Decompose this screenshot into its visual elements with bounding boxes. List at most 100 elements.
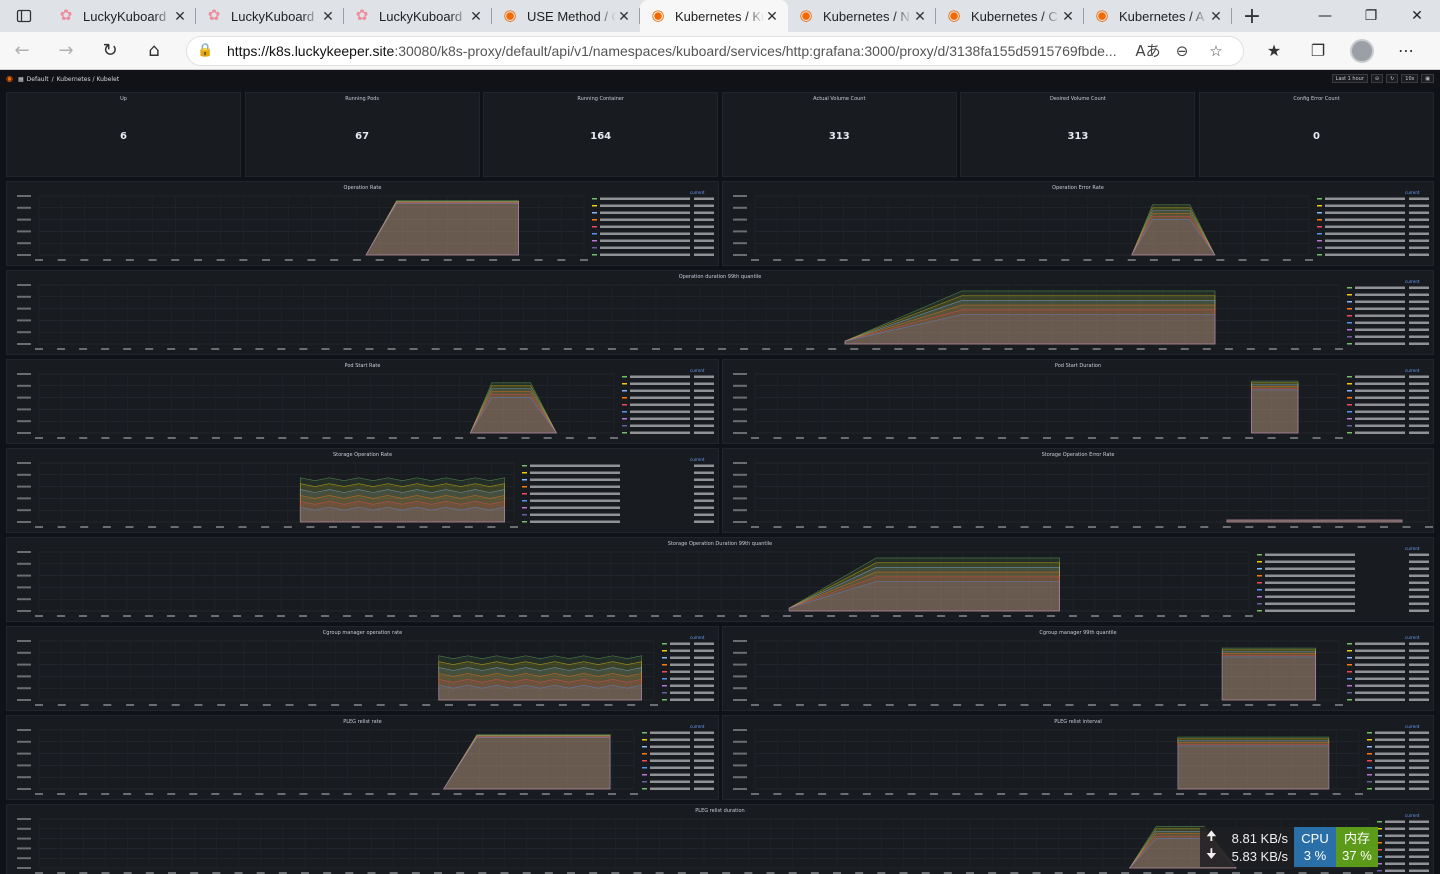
legend-series-name[interactable] (1355, 684, 1405, 688)
legend-series-name[interactable] (1375, 738, 1405, 742)
legend-series-name[interactable] (1265, 602, 1355, 606)
legend-series-name[interactable] (1355, 424, 1405, 428)
legend-swatch[interactable] (1347, 432, 1352, 434)
legend-swatch[interactable] (1347, 692, 1352, 694)
legend-series-name[interactable] (1355, 314, 1405, 318)
breadcrumb-folder[interactable]: Default (27, 76, 49, 83)
legend-swatch[interactable] (1347, 383, 1352, 385)
legend-swatch[interactable] (662, 650, 667, 652)
legend-series-name[interactable] (1355, 375, 1405, 379)
profile-avatar[interactable] (1340, 32, 1384, 70)
legend-series-name[interactable] (1385, 841, 1405, 845)
legend-series-name[interactable] (530, 485, 620, 489)
legend-swatch[interactable] (522, 465, 527, 467)
legend-series-name[interactable] (1355, 321, 1405, 325)
panel-operation-rate[interactable]: Operation Rate current (6, 181, 719, 266)
legend-series-name[interactable] (1375, 745, 1405, 749)
legend-series-name[interactable] (650, 787, 690, 791)
legend-swatch[interactable] (1257, 610, 1262, 612)
stat-panel[interactable]: Up 6 (6, 92, 241, 177)
legend-series-name[interactable] (650, 745, 690, 749)
legend-series-name[interactable] (600, 197, 690, 201)
legend-swatch[interactable] (642, 739, 647, 741)
legend-swatch[interactable] (642, 753, 647, 755)
legend-series-name[interactable] (1355, 677, 1405, 681)
legend-series-name[interactable] (1355, 691, 1405, 695)
legend-series-name[interactable] (670, 698, 690, 702)
home-button[interactable]: ⌂ (132, 32, 176, 70)
browser-tab[interactable]: ✿ LuckyKuboard ✕ (196, 0, 344, 32)
legend-series-name[interactable] (1385, 869, 1405, 873)
legend-swatch[interactable] (1347, 376, 1352, 378)
legend-series-name[interactable] (1325, 218, 1405, 222)
browser-tab[interactable]: ◉ Kubernetes / C ✕ (936, 0, 1084, 32)
legend-series-name[interactable] (650, 738, 690, 742)
panel-pleg-relist-rate[interactable]: PLEG relist rate current (6, 715, 719, 800)
legend-series-name[interactable] (1355, 382, 1405, 386)
legend-swatch[interactable] (1317, 226, 1322, 228)
legend-swatch[interactable] (1367, 753, 1372, 755)
legend-series-name[interactable] (600, 253, 690, 257)
legend-swatch[interactable] (522, 500, 527, 502)
legend-series-name[interactable] (650, 759, 690, 763)
legend-swatch[interactable] (592, 240, 597, 242)
panel-storage-operation-rate[interactable]: Storage Operation Rate current (6, 448, 719, 533)
legend-series-name[interactable] (600, 246, 690, 250)
browser-tab[interactable]: ◉ USE Method / C ✕ (492, 0, 640, 32)
legend-series-name[interactable] (1355, 431, 1405, 435)
close-tab-icon[interactable]: ✕ (172, 8, 188, 24)
legend-series-name[interactable] (1325, 253, 1405, 257)
legend-swatch[interactable] (592, 219, 597, 221)
legend-swatch[interactable] (592, 233, 597, 235)
legend-swatch[interactable] (622, 397, 627, 399)
legend-swatch[interactable] (642, 788, 647, 790)
legend-swatch[interactable] (622, 418, 627, 420)
legend-series-name[interactable] (530, 520, 620, 524)
time-picker-button[interactable]: Last 1 hour (1331, 74, 1368, 83)
legend-series-name[interactable] (530, 513, 620, 517)
legend-series-name[interactable] (1265, 609, 1355, 613)
kiosk-mode-button[interactable]: ▣ (1421, 74, 1434, 83)
close-tab-icon[interactable]: ✕ (912, 8, 928, 24)
legend-series-name[interactable] (1325, 197, 1405, 201)
legend-swatch[interactable] (522, 521, 527, 523)
legend-swatch[interactable] (662, 699, 667, 701)
legend-swatch[interactable] (1347, 315, 1352, 317)
legend-series-name[interactable] (1385, 820, 1405, 824)
stat-panel[interactable]: Actual Volume Count 313 (721, 92, 957, 177)
panel-pod-start-rate[interactable]: Pod Start Rate current (6, 359, 719, 444)
legend-series-name[interactable] (1355, 293, 1405, 297)
legend-series-name[interactable] (630, 396, 690, 400)
legend-series-name[interactable] (1355, 656, 1405, 660)
legend-series-name[interactable] (1325, 225, 1405, 229)
reload-button[interactable]: ↻ (88, 32, 132, 70)
refresh-button[interactable]: ↻ (1386, 74, 1399, 83)
legend-series-name[interactable] (670, 663, 690, 667)
legend-series-name[interactable] (1385, 827, 1405, 831)
minimize-button[interactable]: — (1302, 0, 1348, 32)
legend-swatch[interactable] (1317, 212, 1322, 214)
legend-swatch[interactable] (1347, 657, 1352, 659)
legend-series-name[interactable] (1265, 581, 1355, 585)
legend-series-name[interactable] (630, 403, 690, 407)
legend-swatch[interactable] (1367, 746, 1372, 748)
legend-series-name[interactable] (670, 642, 690, 646)
panel-storage-operation-duration[interactable]: Storage Operation Duration 99th quantile… (6, 537, 1434, 622)
legend-swatch[interactable] (642, 732, 647, 734)
legend-swatch[interactable] (1347, 343, 1352, 345)
legend-swatch[interactable] (642, 774, 647, 776)
system-monitor-widget[interactable]: 🠉 8.81 KB/s 🠋 5.83 KB/s CPU 3 % 内存 37 % (1200, 827, 1378, 867)
panel-cgroup-99th-quantile[interactable]: Cgroup manager 99th quantile current (722, 626, 1434, 711)
panel-operation-duration[interactable]: Operation duration 99th quantile current (6, 270, 1434, 355)
legend-swatch[interactable] (1377, 821, 1382, 823)
legend-swatch[interactable] (592, 254, 597, 256)
legend-swatch[interactable] (522, 493, 527, 495)
legend-series-name[interactable] (530, 478, 620, 482)
legend-swatch[interactable] (642, 760, 647, 762)
legend-series-name[interactable] (1355, 403, 1405, 407)
legend-swatch[interactable] (1367, 739, 1372, 741)
legend-series-name[interactable] (1355, 335, 1405, 339)
legend-swatch[interactable] (622, 425, 627, 427)
legend-swatch[interactable] (1257, 554, 1262, 556)
legend-series-name[interactable] (1325, 204, 1405, 208)
